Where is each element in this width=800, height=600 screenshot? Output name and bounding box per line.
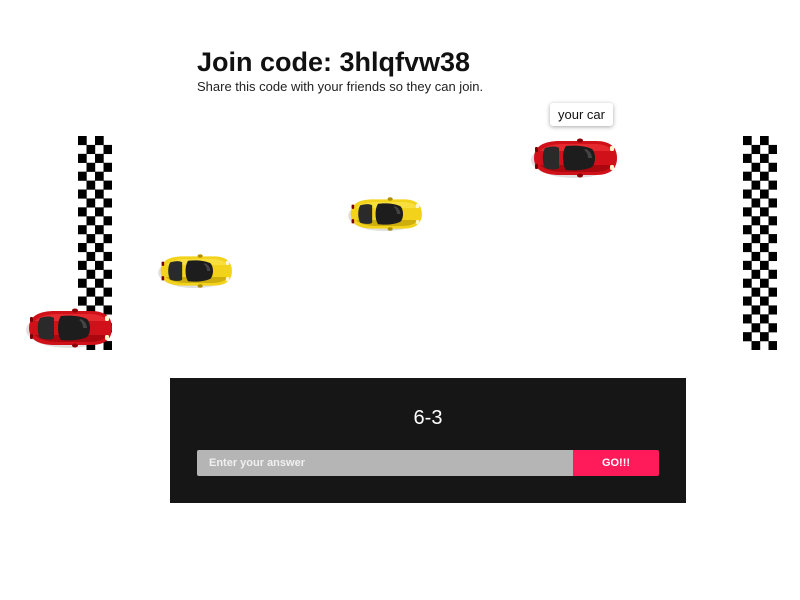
answer-input[interactable]: [197, 450, 573, 476]
join-code-title: Join code: 3hlqfvw38: [197, 47, 471, 77]
math-question: 6-3: [413, 407, 443, 429]
quiz-panel: 6-3 GO!!!: [170, 378, 686, 503]
opponent-car-3-icon: [25, 307, 113, 349]
opponent-car-2-icon: [157, 253, 233, 289]
race-game: Join code: 3hlqfvw38 Share this code wit…: [0, 0, 800, 600]
share-instructions: Share this code with your friends so the…: [197, 79, 484, 94]
player-car-icon: [530, 137, 618, 179]
your-car-tooltip: your car: [550, 103, 613, 126]
join-header: Join code: 3hlqfvw38 Share this code wit…: [197, 46, 483, 94]
opponent-car-1-icon: [347, 196, 423, 232]
finish-line-checkered-flag-icon: [743, 136, 777, 350]
go-button[interactable]: GO!!!: [573, 450, 659, 476]
